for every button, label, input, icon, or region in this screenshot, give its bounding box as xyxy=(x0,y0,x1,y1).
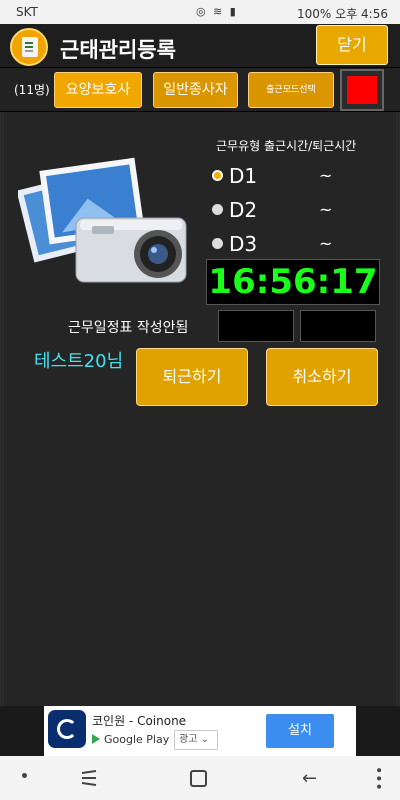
caregiver-tab-button[interactable]: 요양보호사 xyxy=(54,72,142,108)
shift-option-d2[interactable]: D2 ~ xyxy=(212,198,332,222)
shift-option-d1[interactable]: D1 ~ xyxy=(212,164,332,188)
user-name: 테스트20님 xyxy=(34,351,124,372)
play-store-icon xyxy=(92,734,100,744)
ad-banner[interactable]: 코인원 - Coinone Google Play 광고 ⌄ 설치 xyxy=(44,706,356,756)
status-right: 100% 오후 4:56 xyxy=(297,5,388,22)
home-icon[interactable] xyxy=(190,770,207,787)
carrier-label: SKT xyxy=(16,5,38,19)
camera-photo-icon xyxy=(18,157,187,283)
toolbar: (11명) 요양보호사 일반종사자 출근모드선택 xyxy=(0,68,400,112)
radio-icon xyxy=(212,238,223,249)
clock-label: 오후 4:56 xyxy=(335,7,388,21)
radio-selected-icon xyxy=(212,170,223,181)
schedule-status-label: 근무일정표 작성안됨 xyxy=(68,320,189,336)
shift-range: ~ xyxy=(319,166,333,185)
app-logo-icon xyxy=(10,28,48,66)
recent-apps-icon[interactable] xyxy=(80,770,98,786)
close-button[interactable]: 닫기 xyxy=(316,25,388,65)
staff-count: (11명) xyxy=(14,83,50,97)
mode-color-indicator[interactable] xyxy=(340,69,384,111)
shift-option-d3[interactable]: D3 ~ xyxy=(212,232,332,256)
clock-out-button[interactable]: 퇴근하기 xyxy=(136,348,248,406)
ad-tag: 광고 ⌄ xyxy=(174,730,218,750)
shift-range: ~ xyxy=(319,234,333,253)
shift-range: ~ xyxy=(319,200,333,219)
mode-select-button[interactable]: 출근모드선택 xyxy=(248,72,334,108)
system-nav-bar: ← ••• xyxy=(0,756,400,800)
general-staff-tab-button[interactable]: 일반종사자 xyxy=(153,72,238,108)
google-play-badge: Google Play xyxy=(92,733,169,746)
shift-label: D3 xyxy=(229,232,258,256)
shift-label: D1 xyxy=(229,164,258,188)
page-title: 근태관리등록 xyxy=(60,38,176,62)
main-panel: 근무유형 출근시간/퇴근시간 D1 ~ D2 ~ D3 ~ 16:56:17 근… xyxy=(0,112,400,706)
battery-label: 100% xyxy=(297,7,332,21)
status-icons: ◎ ≋ ▮ xyxy=(196,5,238,18)
nav-dot-icon[interactable] xyxy=(22,773,27,778)
column-header: 근무유형 출근시간/퇴근시간 xyxy=(216,139,357,153)
current-time-display: 16:56:17 xyxy=(206,259,380,305)
coinone-logo-icon xyxy=(48,710,86,748)
back-icon[interactable]: ← xyxy=(302,768,317,789)
more-icon[interactable]: ••• xyxy=(370,766,386,791)
app-header: 근태관리등록 닫기 xyxy=(0,24,400,68)
end-time-box xyxy=(300,310,376,342)
cancel-button[interactable]: 취소하기 xyxy=(266,348,378,406)
shift-label: D2 xyxy=(229,198,258,222)
ad-app-name: 코인원 - Coinone xyxy=(92,714,187,728)
radio-icon xyxy=(212,204,223,215)
start-time-box xyxy=(218,310,294,342)
install-button[interactable]: 설치 xyxy=(266,714,334,748)
status-bar: SKT ◎ ≋ ▮ 100% 오후 4:56 xyxy=(0,0,400,24)
